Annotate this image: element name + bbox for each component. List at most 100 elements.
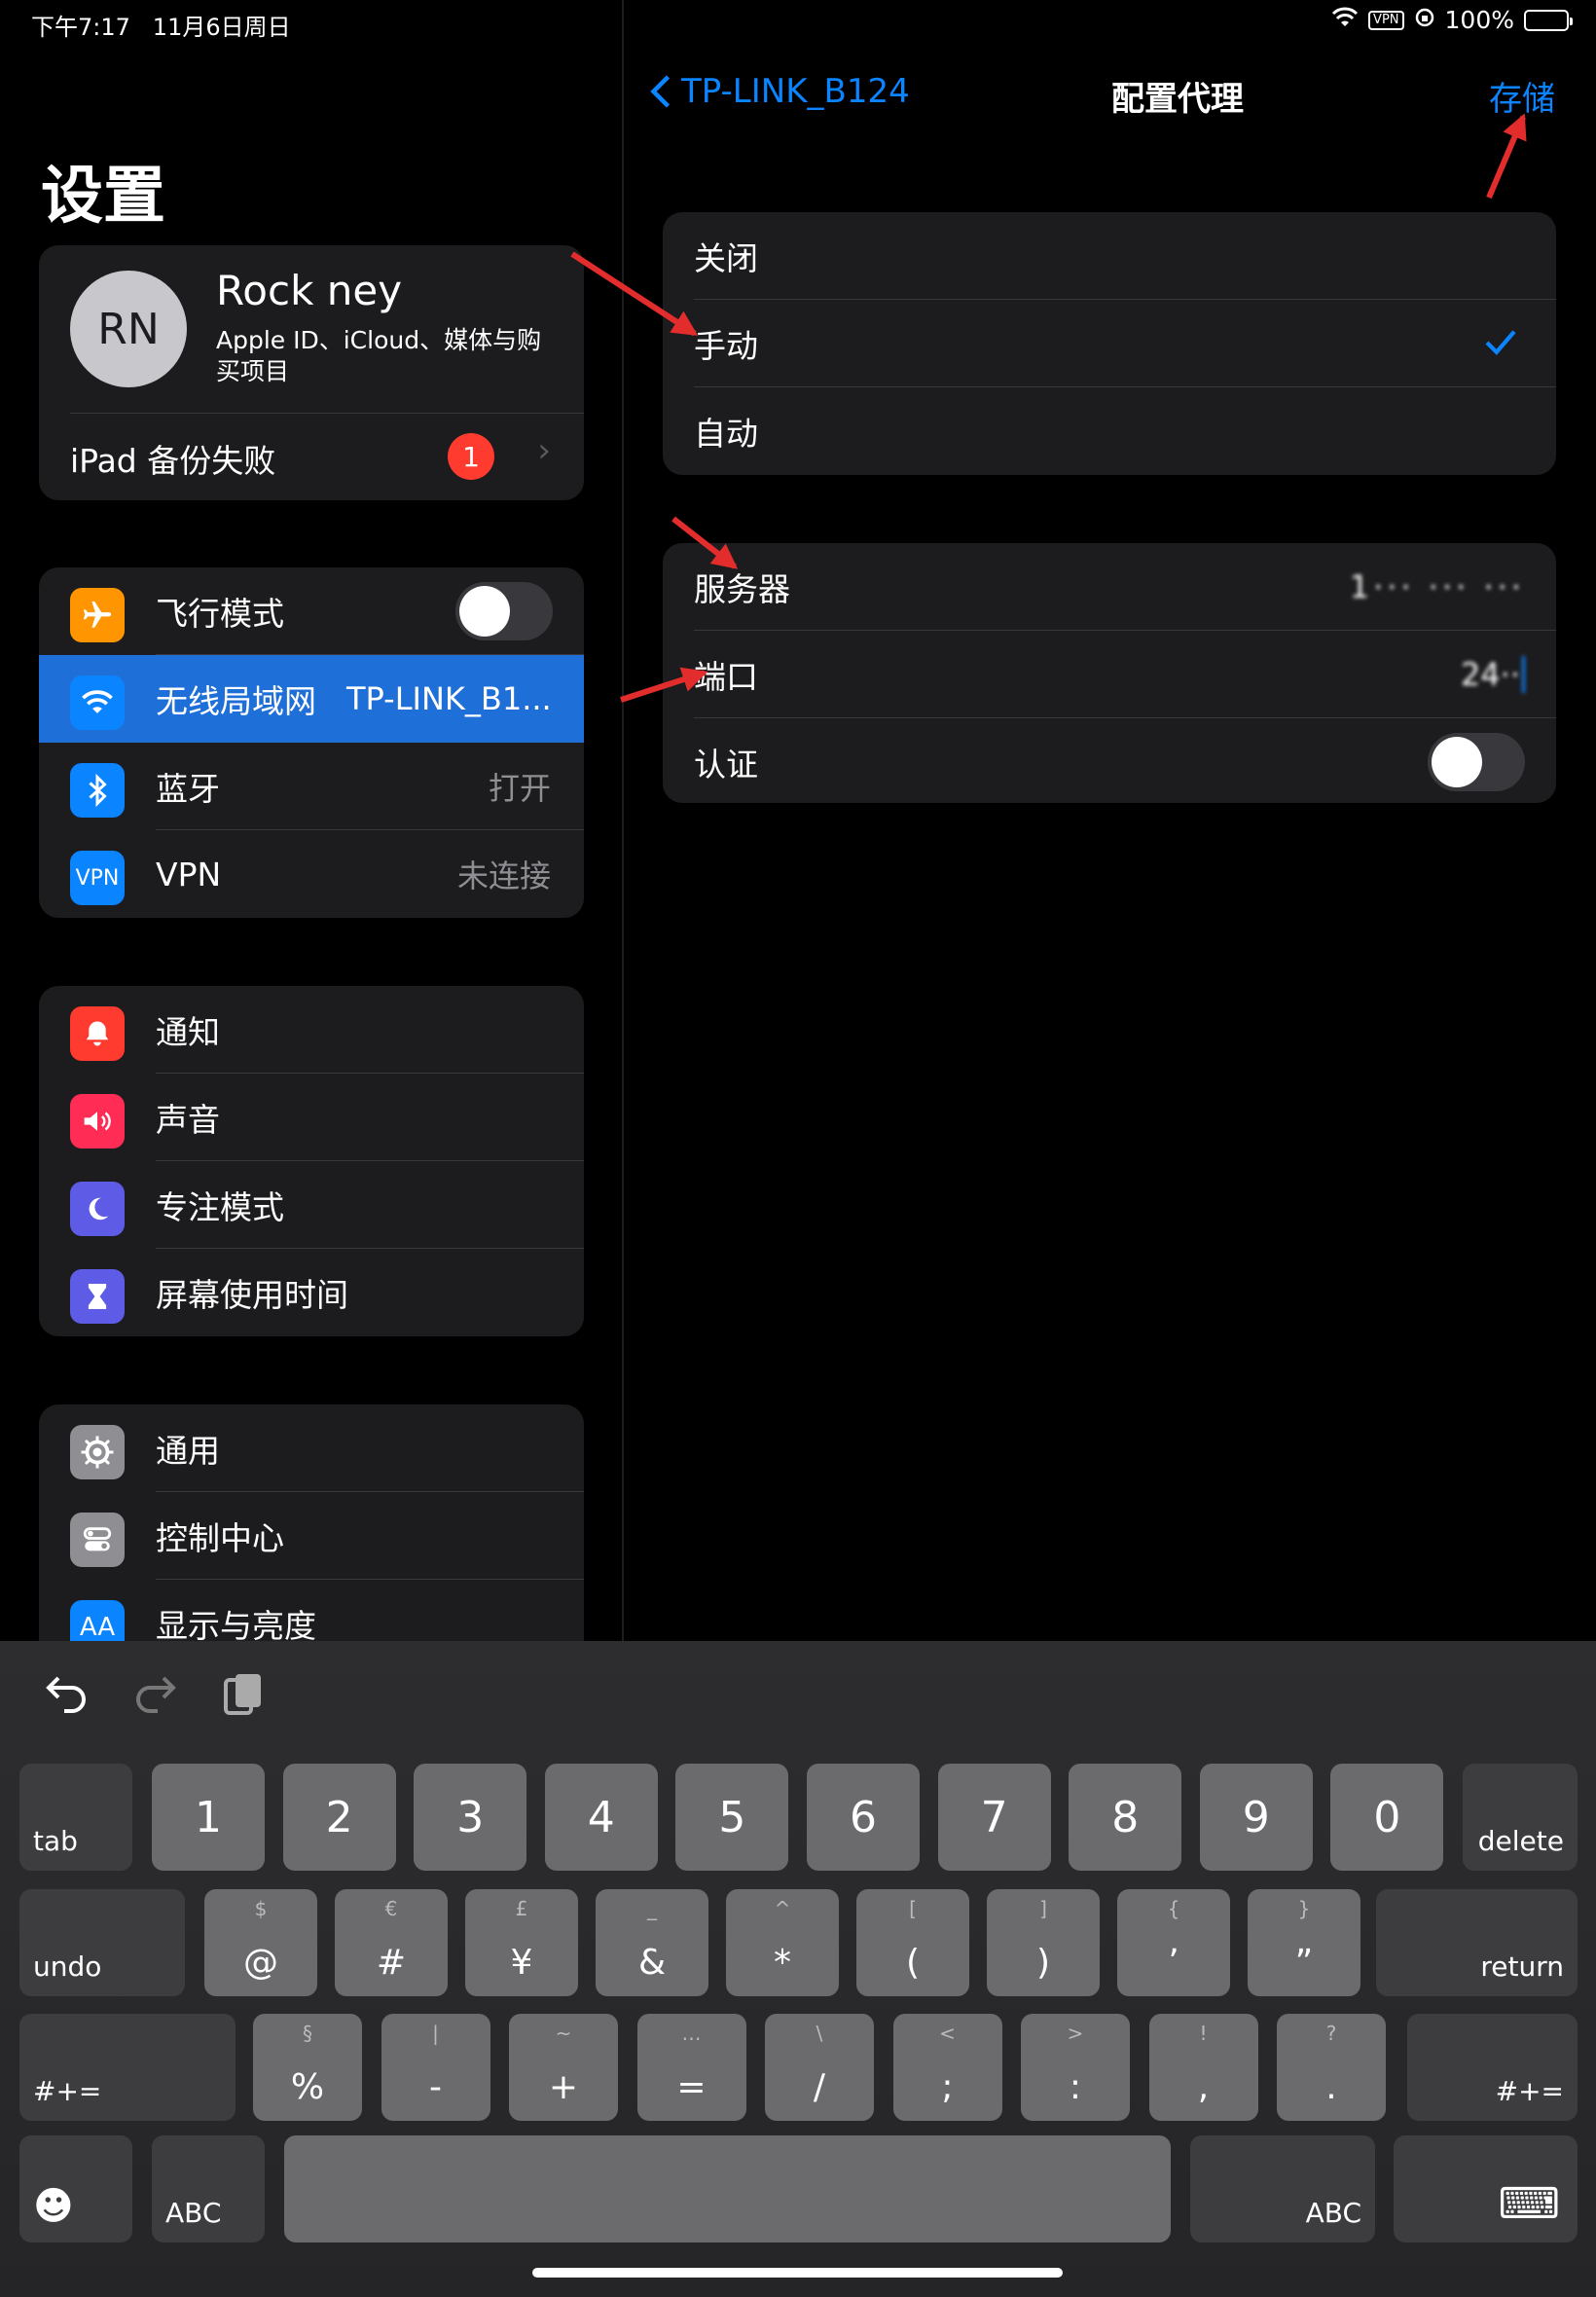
toggles-icon bbox=[70, 1513, 125, 1567]
auth-label: 认证 bbox=[694, 746, 758, 784]
sidebar-item-general[interactable]: 通用 bbox=[39, 1404, 584, 1492]
port-row: 端口 24·· bbox=[663, 631, 1556, 718]
vpn-status-icon: VPN bbox=[1368, 10, 1404, 30]
symbol-key[interactable]: ?. bbox=[1277, 2014, 1386, 2121]
server-row: 服务器 1··· ··· ··· bbox=[663, 543, 1556, 631]
symbol-key[interactable]: $ @ bbox=[204, 1889, 317, 1996]
space-key[interactable] bbox=[284, 2135, 1171, 2242]
sidebar-item-display[interactable]: AA 显示与亮度 bbox=[39, 1580, 584, 1641]
profile-card[interactable]: RN Rock ney Apple ID、iCloud、媒体与购买项目 iPad… bbox=[39, 245, 584, 500]
symbol-key[interactable]: € # bbox=[335, 1889, 448, 1996]
connectivity-group: 飞行模式 无线局域网 TP-LINK_B1... 蓝牙 打开 VPN VPN 未… bbox=[39, 567, 584, 918]
mode-label: 关闭 bbox=[694, 239, 758, 277]
emoji-key[interactable]: ☻ bbox=[19, 2135, 132, 2242]
sidebar-item-bluetooth[interactable]: 蓝牙 打开 bbox=[39, 743, 584, 830]
symbol-key[interactable]: ~ + bbox=[509, 2014, 618, 2121]
sidebar-item-label: 通知 bbox=[156, 1013, 220, 1051]
symbol-key[interactable]: }” bbox=[1248, 1889, 1360, 1996]
redo-icon[interactable] bbox=[132, 1672, 179, 1719]
key-0[interactable]: 0 bbox=[1330, 1764, 1444, 1871]
symbol-key[interactable]: <; bbox=[892, 2014, 1002, 2121]
undo-key[interactable]: undo bbox=[19, 1889, 185, 1996]
symbol-key[interactable]: … = bbox=[636, 2014, 746, 2121]
key-9[interactable]: 9 bbox=[1199, 1764, 1313, 1871]
battery-percent: 100% bbox=[1444, 6, 1514, 34]
abc-left-key[interactable]: ABC bbox=[152, 2135, 265, 2242]
sidebar-item-label: 声音 bbox=[156, 1101, 220, 1139]
key-7[interactable]: 7 bbox=[937, 1764, 1051, 1871]
proxy-fields-group: 服务器 1··· ··· ··· 端口 24·· 认证 bbox=[663, 543, 1556, 803]
backup-row[interactable]: iPad 备份失败 1 › bbox=[39, 414, 584, 500]
sidebar-item-label: 专注模式 bbox=[156, 1188, 284, 1226]
sidebar-item-control-center[interactable]: 控制中心 bbox=[39, 1492, 584, 1580]
abc-right-key[interactable]: ABC bbox=[1190, 2135, 1375, 2242]
sidebar-item-label: 通用 bbox=[156, 1432, 220, 1470]
vpn-icon: VPN bbox=[70, 851, 125, 905]
orientation-lock-icon bbox=[1414, 6, 1435, 34]
mode-label: 自动 bbox=[694, 415, 758, 453]
avatar: RN bbox=[70, 271, 187, 387]
mode-option-off[interactable]: 关闭 bbox=[663, 212, 1556, 300]
key-5[interactable]: 5 bbox=[675, 1764, 789, 1871]
bluetooth-value: 打开 bbox=[488, 770, 551, 807]
gear-icon bbox=[70, 1425, 125, 1479]
sidebar-item-airplane: 飞行模式 bbox=[39, 567, 584, 655]
key-2[interactable]: 2 bbox=[282, 1764, 396, 1871]
key-1[interactable]: 1 bbox=[152, 1764, 265, 1871]
symbol-key[interactable]: ^ * bbox=[726, 1889, 839, 1996]
sidebar-item-screen-time[interactable]: 屏幕使用时间 bbox=[39, 1249, 584, 1336]
wifi-icon bbox=[70, 675, 125, 730]
undo-icon[interactable] bbox=[43, 1672, 90, 1719]
mode-option-manual[interactable]: 手动 bbox=[663, 300, 1556, 387]
sidebar-item-notifications[interactable]: 通知 bbox=[39, 986, 584, 1074]
shift-symbols-left-key[interactable]: #+= bbox=[19, 2014, 236, 2121]
sidebar-item-label: 飞行模式 bbox=[156, 595, 284, 633]
backup-label: iPad 备份失败 bbox=[70, 442, 276, 480]
bell-icon bbox=[70, 1006, 125, 1061]
symbol-key[interactable]: ]) bbox=[987, 1889, 1100, 1996]
return-key[interactable]: return bbox=[1376, 1889, 1578, 1996]
airplane-toggle[interactable] bbox=[455, 582, 553, 640]
sidebar-item-label: 无线局域网 bbox=[156, 682, 316, 720]
symbol-key[interactable]: !, bbox=[1148, 2014, 1258, 2121]
symbol-key[interactable]: \ / bbox=[765, 2014, 874, 2121]
mode-option-auto[interactable]: 自动 bbox=[663, 387, 1556, 475]
auth-toggle[interactable] bbox=[1428, 733, 1525, 791]
symbol-key[interactable]: _ & bbox=[596, 1889, 708, 1996]
server-input[interactable]: 1··· ··· ··· bbox=[1350, 568, 1525, 605]
key-6[interactable]: 6 bbox=[807, 1764, 920, 1871]
sidebar-item-focus[interactable]: 专注模式 bbox=[39, 1161, 584, 1249]
sidebar-item-sounds[interactable]: 声音 bbox=[39, 1074, 584, 1161]
sidebar-item-vpn[interactable]: VPN VPN 未连接 bbox=[39, 830, 584, 918]
key-4[interactable]: 4 bbox=[544, 1764, 658, 1871]
paste-icon[interactable] bbox=[222, 1670, 265, 1721]
symbol-key[interactable]: [( bbox=[856, 1889, 969, 1996]
mode-label: 手动 bbox=[694, 327, 758, 365]
symbol-key[interactable]: £ ¥ bbox=[465, 1889, 578, 1996]
status-time: 下午7:17 11月6日周日 bbox=[31, 14, 291, 41]
sidebar-item-label: 显示与亮度 bbox=[156, 1607, 316, 1641]
symbol-key[interactable]: {’ bbox=[1117, 1889, 1230, 1996]
profile-subtitle: Apple ID、iCloud、媒体与购买项目 bbox=[216, 326, 542, 385]
key-8[interactable]: 8 bbox=[1069, 1764, 1182, 1871]
auth-row: 认证 bbox=[663, 718, 1556, 803]
keyboard-hide-icon: ⌨ bbox=[1498, 2179, 1560, 2229]
port-input[interactable]: 24·· bbox=[1461, 656, 1525, 693]
bluetooth-icon bbox=[70, 763, 125, 818]
page-title: 设置 bbox=[41, 161, 165, 233]
hide-keyboard-key[interactable]: ⌨ bbox=[1394, 2135, 1578, 2242]
proxy-mode-group: 关闭 手动 自动 bbox=[663, 212, 1556, 475]
symbol-key[interactable]: >: bbox=[1021, 2014, 1130, 2121]
backup-badge: 1 bbox=[448, 433, 494, 480]
sidebar-item-wifi[interactable]: 无线局域网 TP-LINK_B1... bbox=[39, 655, 584, 743]
airplane-icon bbox=[70, 588, 125, 642]
shift-symbols-right-key[interactable]: #+= bbox=[1407, 2014, 1578, 2121]
nav-bar: TP-LINK_B124 配置代理 存储 bbox=[623, 58, 1596, 136]
tab-key[interactable]: tab bbox=[19, 1764, 132, 1871]
speaker-icon bbox=[70, 1094, 125, 1148]
home-indicator[interactable] bbox=[532, 2268, 1063, 2278]
key-3[interactable]: 3 bbox=[414, 1764, 527, 1871]
delete-key[interactable]: delete bbox=[1463, 1764, 1578, 1871]
symbol-key[interactable]: | - bbox=[381, 2014, 490, 2121]
symbol-key[interactable]: §% bbox=[253, 2014, 362, 2121]
